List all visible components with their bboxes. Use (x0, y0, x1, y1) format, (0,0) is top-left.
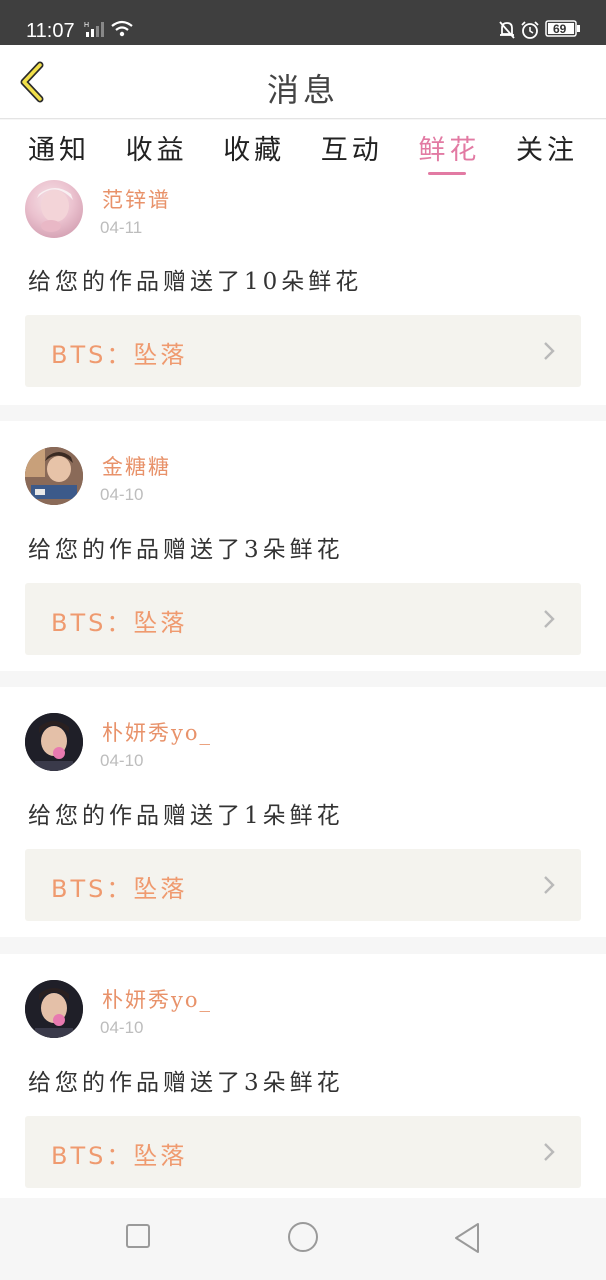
system-nav-bar (0, 1198, 606, 1280)
list-item: 朴妍秀yo_ 04-10 给您的作品赠送了1朵鲜花 BTS：坠落 (0, 687, 606, 937)
avatar[interactable] (25, 180, 83, 238)
status-time: 11:07 (26, 20, 75, 42)
username[interactable]: 朴妍秀yo_ (102, 717, 212, 747)
tab-following[interactable]: 关注 (516, 120, 578, 180)
work-link[interactable]: BTS：坠落 (25, 849, 581, 921)
message-text: 给您的作品赠送了3朵鲜花 (28, 1070, 344, 1096)
chevron-right-icon (544, 610, 555, 628)
tab-interactions[interactable]: 互动 (321, 120, 383, 180)
date: 04-11 (100, 218, 143, 237)
tab-favorites[interactable]: 收藏 (223, 120, 285, 180)
avatar-image (25, 447, 83, 505)
chevron-right-icon (544, 1143, 555, 1161)
status-bar: 11:07 H 69 (0, 0, 606, 45)
work-link[interactable]: BTS：坠落 (25, 1116, 581, 1188)
tab-flowers[interactable]: 鲜花 (418, 120, 480, 180)
message-text: 给您的作品赠送了10朵鲜花 (28, 269, 363, 295)
list-item: 范锌谱 04-11 给您的作品赠送了10朵鲜花 BTS：坠落 (0, 180, 606, 405)
tab-notifications[interactable]: 通知 (28, 120, 90, 180)
wifi-icon (111, 20, 133, 37)
chevron-right-icon (544, 342, 555, 360)
date: 04-10 (100, 751, 144, 770)
tab-bar: 通知 收益 收藏 互动 鲜花 关注 (0, 120, 606, 180)
avatar-image (25, 980, 83, 1038)
date: 04-10 (100, 485, 144, 504)
username[interactable]: 范锌谱 (102, 184, 171, 214)
work-link[interactable]: BTS：坠落 (25, 315, 581, 387)
signal-icon: H (84, 22, 104, 37)
alarm-icon (521, 21, 539, 39)
avatar-image (37, 188, 73, 232)
list-item: 金糖糖 04-10 给您的作品赠送了3朵鲜花 BTS：坠落 (0, 421, 606, 671)
date: 04-10 (100, 1018, 144, 1037)
back-nav-button[interactable] (452, 1222, 482, 1254)
work-link[interactable]: BTS：坠落 (25, 583, 581, 655)
svg-text:H: H (84, 22, 89, 29)
avatar-image (25, 713, 83, 771)
tab-earnings[interactable]: 收益 (126, 120, 188, 180)
app-header: 消息 (0, 45, 606, 119)
message-text: 给您的作品赠送了1朵鲜花 (28, 803, 344, 829)
work-title: BTS：坠落 (51, 341, 188, 369)
recent-apps-button[interactable] (124, 1222, 152, 1250)
avatar[interactable] (25, 713, 83, 771)
home-button[interactable] (286, 1222, 320, 1256)
work-title: BTS：坠落 (51, 609, 188, 637)
chevron-right-icon (544, 876, 555, 894)
page-title: 消息 (266, 71, 339, 109)
mute-bell-icon (499, 21, 515, 39)
battery-level: 69 (553, 22, 567, 36)
avatar[interactable] (25, 447, 83, 505)
message-text: 给您的作品赠送了3朵鲜花 (28, 537, 344, 563)
username[interactable]: 金糖糖 (102, 451, 171, 481)
username[interactable]: 朴妍秀yo_ (102, 984, 212, 1014)
work-title: BTS：坠落 (51, 1142, 188, 1170)
avatar[interactable] (25, 980, 83, 1038)
list-item: 朴妍秀yo_ 04-10 给您的作品赠送了3朵鲜花 BTS：坠落 (0, 954, 606, 1198)
work-title: BTS：坠落 (51, 875, 188, 903)
